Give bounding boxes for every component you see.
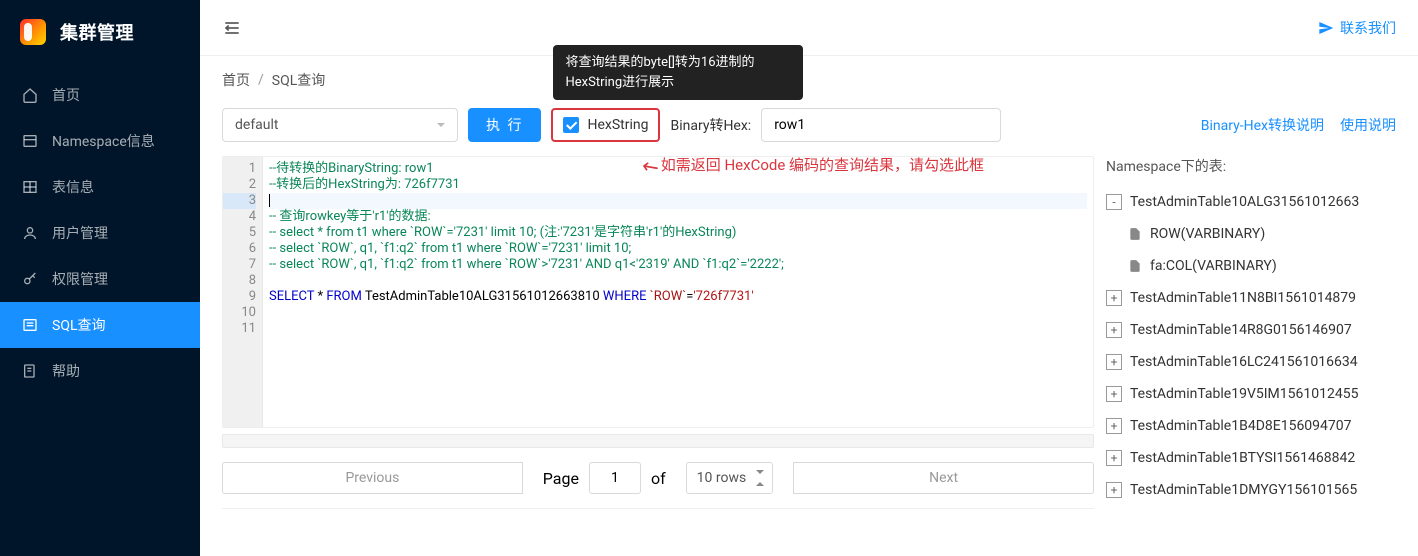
app-title: 集群管理 [60, 19, 134, 45]
logo-bar: 集群管理 [0, 0, 200, 64]
breadcrumb-current: SQL查询 [272, 70, 325, 90]
sidebar-item-3[interactable]: 用户管理 [0, 210, 200, 256]
sidebar-item-6[interactable]: 帮助 [0, 348, 200, 394]
expand-icon[interactable]: + [1106, 354, 1122, 370]
sql-editor[interactable]: 1234567891011 --待转换的BinaryString: row1--… [222, 156, 1094, 428]
user-icon [22, 225, 38, 241]
tree-sibling-6[interactable]: +TestAdminTable1DMYGY156101565 [1106, 474, 1396, 506]
workspace: 1234567891011 --待转换的BinaryString: row1--… [222, 156, 1396, 509]
expand-icon[interactable]: + [1106, 322, 1122, 338]
expand-icon[interactable]: + [1106, 290, 1122, 306]
controls-row: default 执 行 将查询结果的byte[]转为16进制的HexString… [222, 108, 1396, 142]
of-label: of [651, 469, 666, 488]
home-icon [22, 87, 38, 103]
result-pager: Previous Page of 10 rows Next [222, 448, 1094, 508]
binary-to-hex-input[interactable] [761, 108, 1001, 142]
tree-sibling-5[interactable]: +TestAdminTable1BTYSI1561468842 [1106, 442, 1396, 474]
hexstring-label: HexString [587, 117, 648, 133]
tree-leaf-1[interactable]: fa:COL(VARBINARY) [1106, 250, 1396, 282]
namespace-select[interactable]: default [222, 108, 458, 142]
nav-menu: 首页Namespace信息表信息用户管理权限管理SQL查询帮助 [0, 64, 200, 394]
usage-help-link[interactable]: 使用说明 [1340, 115, 1396, 135]
sidebar-item-0[interactable]: 首页 [0, 72, 200, 118]
sidebar: 集群管理 首页Namespace信息表信息用户管理权限管理SQL查询帮助 [0, 0, 200, 556]
table-icon [22, 179, 38, 195]
prev-page-button[interactable]: Previous [222, 462, 523, 494]
sidebar-item-5[interactable]: SQL查询 [0, 302, 200, 348]
tree-sibling-3[interactable]: +TestAdminTable19V5IM1561012455 [1106, 378, 1396, 410]
table-tree: Namespace下的表: -TestAdminTable10ALG315610… [1106, 156, 1396, 509]
editor-gutter: 1234567891011 [223, 157, 263, 427]
tree-sibling-4[interactable]: +TestAdminTable1B4D8E156094707 [1106, 410, 1396, 442]
collapse-icon[interactable]: - [1106, 194, 1122, 210]
page-label: Page [543, 469, 579, 488]
hexstring-checkbox[interactable] [563, 117, 579, 133]
key-icon [22, 271, 38, 287]
main: 联系我们 首页 / SQL查询 default 执 行 将查询结果的byte[]… [200, 0, 1418, 556]
logo-icon [20, 19, 46, 45]
tree-root[interactable]: -TestAdminTable10ALG31561012663 [1106, 186, 1396, 218]
breadcrumb-home[interactable]: 首页 [222, 70, 250, 90]
expand-icon[interactable]: + [1106, 482, 1122, 498]
hexstring-tooltip: 将查询结果的byte[]转为16进制的HexString进行展示 [553, 45, 803, 100]
expand-icon[interactable]: + [1106, 418, 1122, 434]
editor-code[interactable]: --待转换的BinaryString: row1--转换后的HexString为… [263, 157, 1093, 427]
rows-per-page-select[interactable]: 10 rows [686, 462, 774, 494]
sidebar-item-1[interactable]: Namespace信息 [0, 118, 200, 164]
sidebar-item-2[interactable]: 表信息 [0, 164, 200, 210]
sidebar-item-4[interactable]: 权限管理 [0, 256, 200, 302]
tree-title: Namespace下的表: [1106, 156, 1396, 176]
sql-icon [22, 317, 38, 333]
expand-icon[interactable]: + [1106, 450, 1122, 466]
tree-sibling-1[interactable]: +TestAdminTable14R8G0156146907 [1106, 314, 1396, 346]
contact-us-link[interactable]: 联系我们 [1318, 18, 1396, 38]
next-page-button[interactable]: Next [793, 462, 1094, 494]
tree-leaf-0[interactable]: ROW(VARBINARY) [1106, 218, 1396, 250]
page-input[interactable] [589, 462, 641, 494]
help-links: Binary-Hex转换说明 使用说明 [1201, 115, 1396, 135]
editor-column: 1234567891011 --待转换的BinaryString: row1--… [222, 156, 1094, 509]
binary-to-hex-label: Binary转Hex: [670, 115, 751, 135]
binary-hex-help-link[interactable]: Binary-Hex转换说明 [1201, 115, 1324, 135]
breadcrumb: 首页 / SQL查询 [222, 70, 1396, 90]
expand-icon[interactable]: + [1106, 386, 1122, 402]
help-icon [22, 363, 38, 379]
topbar: 联系我们 [200, 0, 1418, 56]
annotation-text: ↖ 如需返回 HexCode 编码的查询结果，请勾选此框 [640, 152, 984, 176]
hexstring-toggle[interactable]: 将查询结果的byte[]转为16进制的HexString进行展示 HexStri… [551, 108, 660, 142]
list-icon [22, 133, 38, 149]
tree-sibling-2[interactable]: +TestAdminTable16LC241561016634 [1106, 346, 1396, 378]
execute-button[interactable]: 执 行 [468, 108, 541, 142]
content: 首页 / SQL查询 default 执 行 将查询结果的byte[]转为16进… [200, 56, 1418, 509]
tree-sibling-0[interactable]: +TestAdminTable11N8BI1561014879 [1106, 282, 1396, 314]
collapse-sidebar-button[interactable] [222, 18, 242, 38]
horizontal-scrollbar[interactable] [222, 434, 1094, 448]
paper-plane-icon [1318, 20, 1334, 36]
